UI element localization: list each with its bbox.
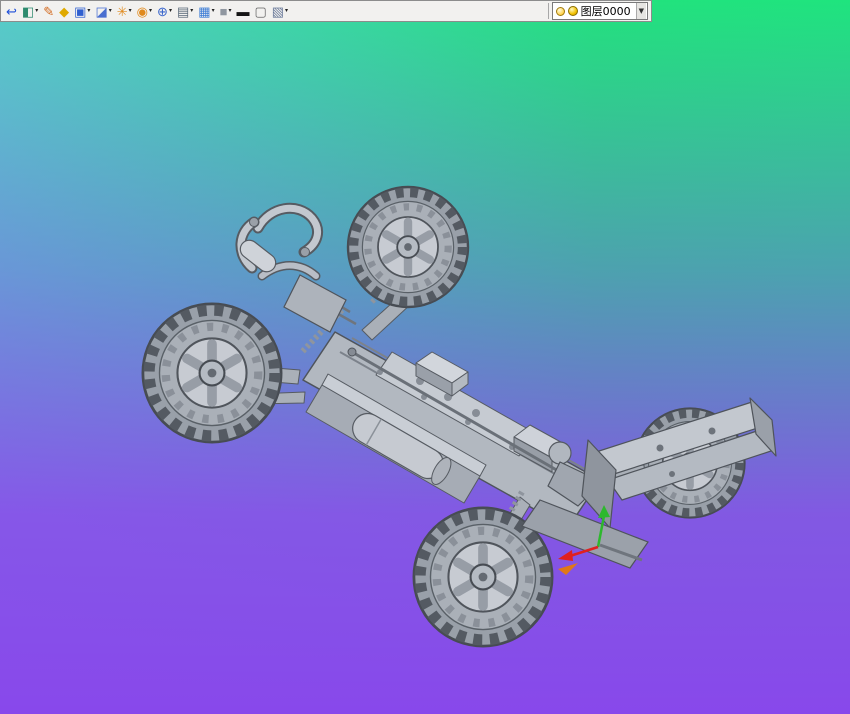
- main-toolbar: ↩ ◧ ▾ ✎ ◆ ▣ ▾ ◪ ▾ ✳ ▾ ◉ ▾ ⊕ ▾ ▤ ▾ ▦ ▾ ■ …: [0, 0, 652, 22]
- dropdown-arrow-icon[interactable]: ▾: [87, 8, 90, 14]
- cad-window: ↩ ◧ ▾ ✎ ◆ ▣ ▾ ◪ ▾ ✳ ▾ ◉ ▾ ⊕ ▾ ▤ ▾ ▦ ▾ ■ …: [0, 0, 850, 714]
- grid-snap-button[interactable]: ▦ ▾: [196, 1, 216, 21]
- solid-display-button[interactable]: ◪ ▾: [93, 1, 113, 21]
- line-width-icon: ▬: [236, 3, 250, 19]
- dropdown-arrow-icon[interactable]: ▾: [228, 8, 231, 14]
- iso-view-icon: ◆: [59, 3, 70, 19]
- dropdown-arrow-icon[interactable]: ▾: [285, 8, 288, 14]
- dropdown-arrow-icon[interactable]: ▾: [149, 8, 152, 14]
- solid-display-icon: ◪: [95, 3, 108, 19]
- shaded-cube-icon: ■: [219, 3, 228, 19]
- toolbar-separator: [547, 3, 549, 19]
- view-cube-icon: ▣: [74, 3, 87, 19]
- bg-color-button[interactable]: ▢: [252, 1, 268, 21]
- screen-display-icon: ▤: [176, 3, 190, 19]
- dropdown-arrow-icon[interactable]: ▾: [129, 8, 132, 14]
- display-mode-icon: ◧: [21, 3, 35, 19]
- wheel-front-right[interactable]: [348, 187, 468, 307]
- layer-group: 图层0000 ▼: [545, 2, 648, 20]
- line-width-button[interactable]: ▬: [234, 1, 251, 21]
- render-wheel-button[interactable]: ✳ ▾: [115, 1, 134, 21]
- iso-view-button[interactable]: ◆: [57, 1, 71, 21]
- selection-marker: [558, 563, 578, 575]
- layer-combo-value: 图层0000: [580, 5, 631, 18]
- viewport-3d[interactable]: [0, 0, 850, 714]
- layers-button[interactable]: ▧ ▾: [270, 1, 290, 21]
- rotate-view-button[interactable]: ⊕ ▾: [155, 1, 174, 21]
- exit-sketch-button[interactable]: ↩: [4, 1, 19, 21]
- exit-sketch-icon: ↩: [6, 3, 17, 19]
- layer-color-sphere-icon[interactable]: [567, 6, 578, 16]
- render-wheel-icon: ✳: [116, 3, 128, 19]
- dropdown-arrow-icon[interactable]: ▾: [190, 8, 193, 14]
- layer-combo[interactable]: 图层0000 ▼: [551, 2, 648, 20]
- dropdown-arrow-icon[interactable]: ▾: [109, 8, 112, 14]
- bg-color-icon: ▢: [254, 3, 267, 19]
- dropdown-arrow-icon[interactable]: ▾: [169, 8, 172, 14]
- dropdown-arrow-icon[interactable]: ▾: [35, 8, 38, 14]
- layers-icon: ▧: [271, 3, 285, 19]
- layer-combo-dropdown-arrow[interactable]: ▼: [635, 3, 646, 19]
- wheel-front-left[interactable]: [143, 304, 281, 442]
- display-mode-button[interactable]: ◧ ▾: [20, 1, 40, 21]
- material-sphere-icon: ◉: [136, 3, 149, 19]
- sketch-pencil-button[interactable]: ✎: [41, 1, 56, 21]
- screen-display-button[interactable]: ▤ ▾: [175, 1, 195, 21]
- layer-visibility-bulb-icon[interactable]: [555, 6, 565, 16]
- front-assembly[interactable]: [235, 202, 347, 333]
- dropdown-arrow-icon[interactable]: ▾: [212, 8, 215, 14]
- shaded-cube-button[interactable]: ■ ▾: [218, 1, 234, 21]
- sketch-pencil-icon: ✎: [43, 3, 55, 19]
- material-sphere-button[interactable]: ◉ ▾: [135, 1, 154, 21]
- rotate-view-icon: ⊕: [157, 3, 168, 19]
- view-cube-button[interactable]: ▣ ▾: [72, 1, 92, 21]
- grid-snap-icon: ▦: [198, 3, 211, 19]
